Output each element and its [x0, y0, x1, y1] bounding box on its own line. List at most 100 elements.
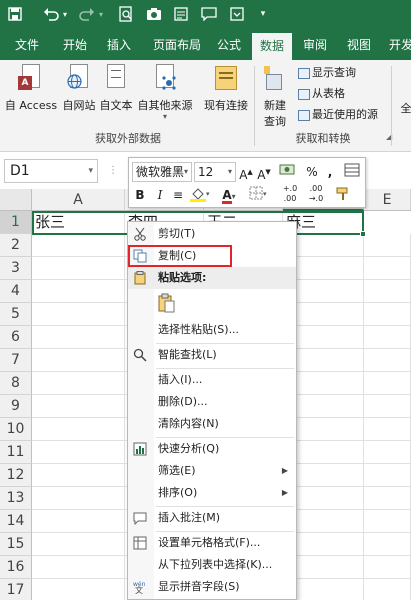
tab-home[interactable]: 开始	[60, 30, 90, 60]
menu-item-cut[interactable]: 剪切(T)	[128, 223, 296, 245]
fill-color-icon[interactable]: ▾	[189, 186, 211, 204]
new-query-button[interactable]: 新建 查询	[258, 64, 292, 129]
menu-item-smart-lookup[interactable]: 智能查找(L)	[128, 344, 296, 366]
cell-a11[interactable]	[32, 441, 125, 464]
menu-item-delete[interactable]: 删除(D)...	[128, 391, 296, 413]
from-table-button[interactable]: 从表格	[298, 85, 345, 103]
cell-a1[interactable]: 张三	[32, 211, 125, 234]
cell-e3[interactable]	[364, 257, 411, 280]
row-header-3[interactable]: 3	[0, 257, 32, 280]
cell-a10[interactable]	[32, 418, 125, 441]
borders-icon[interactable]: ▾	[247, 186, 271, 204]
from-text-button[interactable]: 自文本	[98, 64, 134, 113]
formula-bar-splitter[interactable]: ⋮	[108, 165, 118, 176]
font-color-dropdown-icon[interactable]: ▾	[232, 192, 236, 201]
cell-a7[interactable]	[32, 349, 125, 372]
row-header-8[interactable]: 8	[0, 372, 32, 395]
format-painter-icon[interactable]	[333, 186, 353, 204]
cell-a12[interactable]	[32, 464, 125, 487]
font-color-button[interactable]: A▾	[217, 186, 241, 204]
from-access-button[interactable]: A 自 Access	[4, 64, 58, 113]
row-header-9[interactable]: 9	[0, 395, 32, 418]
tab-formulas[interactable]: 公式	[214, 30, 244, 60]
decrease-font-icon[interactable]: A▼	[257, 163, 271, 182]
align-center-button[interactable]: ≡	[171, 186, 185, 204]
redo-icon[interactable]	[78, 5, 96, 23]
font-name-box[interactable]: 微软雅黑 ▾	[132, 162, 192, 182]
cell-a3[interactable]	[32, 257, 125, 280]
comment-icon[interactable]	[200, 5, 218, 23]
cell-a13[interactable]	[32, 487, 125, 510]
font-name-dropdown-icon[interactable]: ▾	[184, 163, 188, 181]
menu-item-insert[interactable]: 插入(I)...	[128, 369, 296, 391]
cell-a4[interactable]	[32, 280, 125, 303]
from-other-sources-button[interactable]: 自其他来源 ▾	[136, 64, 194, 121]
recent-sources-button[interactable]: 最近使用的源	[298, 106, 378, 124]
cell-e6[interactable]	[364, 326, 411, 349]
cell-e16[interactable]	[364, 556, 411, 579]
column-header-a[interactable]: A	[32, 189, 125, 211]
row-header-2[interactable]: 2	[0, 234, 32, 257]
cell-e15[interactable]	[364, 533, 411, 556]
tab-insert[interactable]: 插入	[104, 30, 134, 60]
name-box-dropdown-icon[interactable]: ▾	[88, 160, 93, 182]
row-header-12[interactable]: 12	[0, 464, 32, 487]
column-header-e[interactable]: E	[364, 189, 411, 211]
row-header-5[interactable]: 5	[0, 303, 32, 326]
from-web-button[interactable]: 自网站	[61, 64, 97, 113]
accounting-format-icon[interactable]	[277, 163, 299, 181]
percent-style-button[interactable]: %	[305, 163, 319, 181]
cell-e14[interactable]	[364, 510, 411, 533]
cell-e2[interactable]	[364, 234, 411, 257]
redo-dropdown-icon[interactable]: ▾	[96, 5, 106, 23]
row-header-16[interactable]: 16	[0, 556, 32, 579]
cell-e17[interactable]	[364, 579, 411, 600]
camera-icon[interactable]	[145, 5, 163, 23]
row-header-17[interactable]: 17	[0, 579, 32, 600]
menu-item-quick-analysis[interactable]: 快速分析(Q)	[128, 438, 296, 460]
undo-icon[interactable]	[42, 5, 60, 23]
row-header-7[interactable]: 7	[0, 349, 32, 372]
cell-e4[interactable]	[364, 280, 411, 303]
row-header-1[interactable]: 1	[0, 211, 32, 234]
show-queries-button[interactable]: 显示查询	[298, 64, 356, 82]
row-header-15[interactable]: 15	[0, 533, 32, 556]
undo-dropdown-icon[interactable]: ▾	[60, 5, 70, 23]
menu-item-sort[interactable]: 排序(O) ▶	[128, 482, 296, 504]
cell-e13[interactable]	[364, 487, 411, 510]
row-header-11[interactable]: 11	[0, 441, 32, 464]
menu-item-paste-special[interactable]: 选择性粘贴(S)...	[128, 319, 296, 341]
tab-review[interactable]: 审阅	[300, 30, 330, 60]
cell-a6[interactable]	[32, 326, 125, 349]
options-icon[interactable]	[228, 5, 246, 23]
select-all-corner[interactable]	[0, 189, 32, 211]
cell-e5[interactable]	[364, 303, 411, 326]
cell-e9[interactable]	[364, 395, 411, 418]
row-header-10[interactable]: 10	[0, 418, 32, 441]
cell-a17[interactable]	[32, 579, 125, 600]
cell-a2[interactable]	[32, 234, 125, 257]
tab-page-layout[interactable]: 页面布局	[148, 30, 206, 60]
tab-file[interactable]: 文件	[12, 30, 42, 60]
menu-item-phonetic[interactable]: wén 文 显示拼音字段(S)	[128, 576, 296, 598]
more-icon[interactable]: ▾	[254, 5, 272, 23]
comma-style-button[interactable]: ,	[325, 163, 335, 181]
decrease-decimal-button[interactable]: .00 →.0	[305, 184, 327, 203]
row-header-13[interactable]: 13	[0, 487, 32, 510]
menu-item-clear-contents[interactable]: 清除内容(N)	[128, 413, 296, 435]
form-icon[interactable]	[172, 5, 190, 23]
font-size-dropdown-icon[interactable]: ▾	[228, 163, 232, 181]
tab-view[interactable]: 视图	[344, 30, 374, 60]
cell-a9[interactable]	[32, 395, 125, 418]
cell-a5[interactable]	[32, 303, 125, 326]
paste-icon[interactable]	[158, 293, 178, 313]
cell-e8[interactable]	[364, 372, 411, 395]
cell-e7[interactable]	[364, 349, 411, 372]
merge-center-icon[interactable]	[343, 163, 361, 181]
increase-decimal-button[interactable]: +.0 .00	[279, 184, 301, 203]
increase-font-icon[interactable]: A▲	[239, 163, 253, 182]
font-size-box[interactable]: 12 ▾	[194, 162, 236, 182]
save-icon[interactable]	[6, 5, 24, 23]
cell-a16[interactable]	[32, 556, 125, 579]
print-preview-icon[interactable]	[117, 5, 135, 23]
